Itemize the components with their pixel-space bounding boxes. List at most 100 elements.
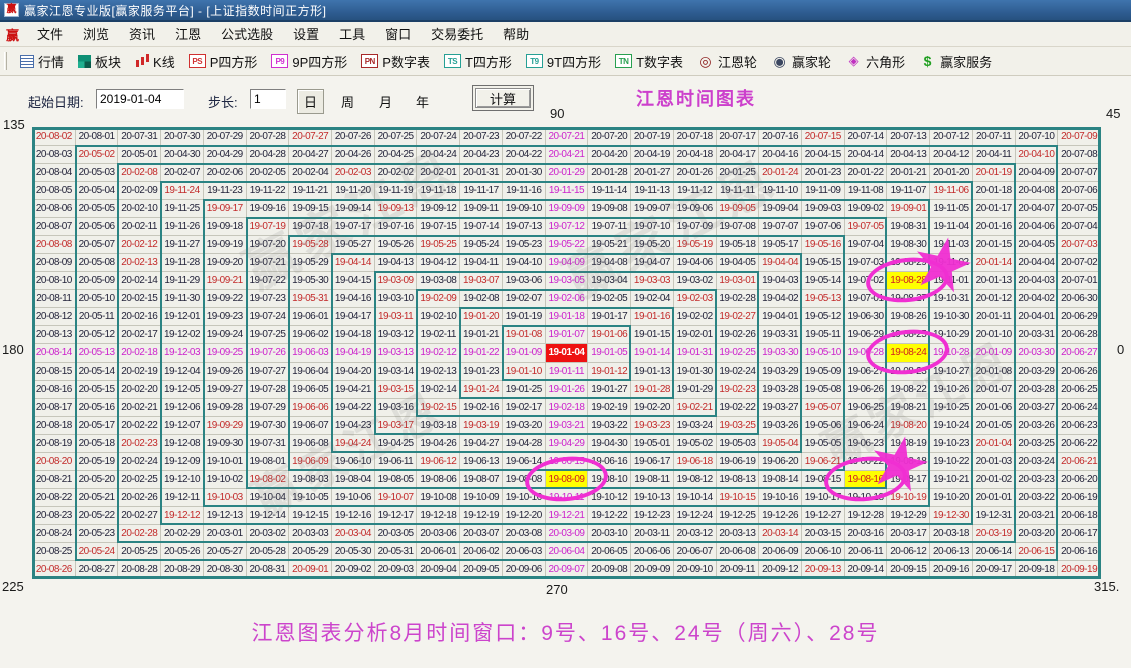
menu-item-help[interactable]: 帮助 <box>493 22 539 47</box>
toolbar-gann-wheel[interactable]: ◎ 江恩轮 <box>690 47 764 75</box>
grid-cell: 19-06-20 <box>759 453 802 471</box>
grid-cell: 19-07-18 <box>289 218 332 236</box>
grid-cell: 20-02-05 <box>247 164 290 182</box>
grid-cell: 19-08-15 <box>802 471 845 489</box>
grid-cell: 20-01-22 <box>845 164 888 182</box>
grid-cell: 19-03-30 <box>759 344 802 362</box>
grid-cell: 20-02-27 <box>118 507 161 525</box>
period-option-month[interactable]: 月 <box>379 92 392 111</box>
angle-label-0: 0 <box>1117 342 1124 357</box>
toolbar-label: T数字表 <box>636 52 683 71</box>
toolbar-quotes[interactable]: 行情 <box>13 47 71 75</box>
grid-cell: 19-05-23 <box>503 236 546 254</box>
grid-cell: 19-11-13 <box>631 182 674 200</box>
toolbar-9p-square[interactable]: P9 9P四方形 <box>264 47 354 75</box>
toolbar-grip[interactable] <box>4 52 7 70</box>
grid-cell: 19-07-05 <box>845 218 888 236</box>
menu-item-tools[interactable]: 工具 <box>329 22 375 47</box>
grid-cell: 19-10-22 <box>930 453 973 471</box>
grid-cell: 19-10-17 <box>802 489 845 507</box>
menu-item-settings[interactable]: 设置 <box>283 22 329 47</box>
menu-item-file[interactable]: 文件 <box>27 22 73 47</box>
grid-cell: 20-08-01 <box>76 128 119 146</box>
calc-button[interactable]: 计算 <box>475 88 531 108</box>
nine-p-square-icon: P9 <box>271 54 288 68</box>
grid-cell: 20-01-01 <box>973 489 1016 507</box>
grid-cell: 19-03-11 <box>375 308 418 326</box>
grid-cell: 20-06-07 <box>674 543 717 561</box>
grid-cell: 20-03-01 <box>204 525 247 543</box>
menu-item-info[interactable]: 资讯 <box>119 22 165 47</box>
p-number-table-icon: PN <box>361 54 378 68</box>
toolbar-hexagon[interactable]: ◈ 六角形 <box>838 47 912 75</box>
grid-cell: 20-05-08 <box>76 254 119 272</box>
grid-cell: 20-08-09 <box>33 254 76 272</box>
grid-cell: 19-02-04 <box>631 290 674 308</box>
grid-cell: 20-04-08 <box>1016 182 1059 200</box>
menu-item-formula[interactable]: 公式选股 <box>211 22 283 47</box>
grid-cell: 20-07-26 <box>332 128 375 146</box>
toolbar-winner-wheel[interactable]: ◉ 赢家轮 <box>764 47 838 75</box>
toolbar-label: 板块 <box>95 52 121 71</box>
grid-cell: 19-07-24 <box>247 308 290 326</box>
grid-cell: 20-08-22 <box>33 489 76 507</box>
toolbar-9t-square[interactable]: T9 9T四方形 <box>519 47 608 75</box>
grid-cell: 19-11-23 <box>204 182 247 200</box>
grid-cell: 20-09-18 <box>1016 561 1059 579</box>
grid-cell: 19-05-03 <box>717 435 760 453</box>
grid-cell: 20-02-22 <box>118 417 161 435</box>
grid-cell: 19-04-29 <box>546 435 589 453</box>
period-option-day[interactable]: 日 <box>297 89 324 114</box>
start-date-input[interactable] <box>96 89 184 109</box>
grid-cell: 19-01-20 <box>460 308 503 326</box>
grid-cell: 19-08-13 <box>717 471 760 489</box>
grid-cell: 19-02-15 <box>417 399 460 417</box>
menu-item-window[interactable]: 窗口 <box>375 22 421 47</box>
menu-item-browse[interactable]: 浏览 <box>73 22 119 47</box>
grid-cell: 19-09-13 <box>375 200 418 218</box>
hexagon-icon: ◈ <box>845 53 862 69</box>
step-input[interactable] <box>250 89 286 109</box>
grid-cell: 20-04-23 <box>460 146 503 164</box>
grid-cell: 20-02-02 <box>375 164 418 182</box>
angle-label-135: 135 <box>3 117 25 132</box>
grid-cell: 20-06-10 <box>802 543 845 561</box>
grid-cell: 20-02-07 <box>161 164 204 182</box>
grid-cell: 20-05-06 <box>76 218 119 236</box>
toolbar-t-table[interactable]: TN T数字表 <box>608 47 690 75</box>
grid-cell: 20-01-16 <box>973 218 1016 236</box>
period-option-week[interactable]: 周 <box>341 92 354 111</box>
grid-cell: 20-07-09 <box>1058 128 1101 146</box>
toolbar-service[interactable]: $ 赢家服务 <box>912 47 999 75</box>
grid-cell: 19-03-31 <box>759 326 802 344</box>
grid-cell: 20-08-24 <box>33 525 76 543</box>
toolbar-blocks[interactable]: 板块 <box>71 47 128 75</box>
grid-cell: 19-06-09 <box>289 453 332 471</box>
grid-cell: 20-05-23 <box>76 525 119 543</box>
grid-cell: 19-08-30 <box>887 236 930 254</box>
highlighted-window-date-cell: 19-08-24 <box>887 344 930 362</box>
grid-cell: 19-09-20 <box>204 254 247 272</box>
grid-cell: 20-02-06 <box>204 164 247 182</box>
toolbar-p-table[interactable]: PN P数字表 <box>354 47 437 75</box>
period-option-year[interactable]: 年 <box>416 92 429 111</box>
grid-cell: 19-11-24 <box>161 182 204 200</box>
grid-cell: 19-04-03 <box>759 272 802 290</box>
toolbar-t-square[interactable]: TS T四方形 <box>437 47 519 75</box>
grid-cell: 19-11-03 <box>930 236 973 254</box>
toolbar-p-square[interactable]: PS P四方形 <box>182 47 265 75</box>
grid-cell: 19-05-18 <box>717 236 760 254</box>
grid-cell: 20-08-28 <box>118 561 161 579</box>
menu-item-gann[interactable]: 江恩 <box>165 22 211 47</box>
grid-cell: 20-03-10 <box>588 525 631 543</box>
grid-cell: 19-02-20 <box>631 399 674 417</box>
toolbar-label: K线 <box>153 52 175 71</box>
menu-item-trade[interactable]: 交易委托 <box>421 22 493 47</box>
grid-cell: 19-09-29 <box>204 417 247 435</box>
grid-cell: 20-01-10 <box>973 326 1016 344</box>
grid-cell: 20-02-04 <box>289 164 332 182</box>
toolbar-kline[interactable]: K线 <box>128 47 182 75</box>
grid-cell: 19-08-05 <box>375 471 418 489</box>
grid-cell: 19-09-15 <box>289 200 332 218</box>
grid-cell: 19-10-07 <box>375 489 418 507</box>
